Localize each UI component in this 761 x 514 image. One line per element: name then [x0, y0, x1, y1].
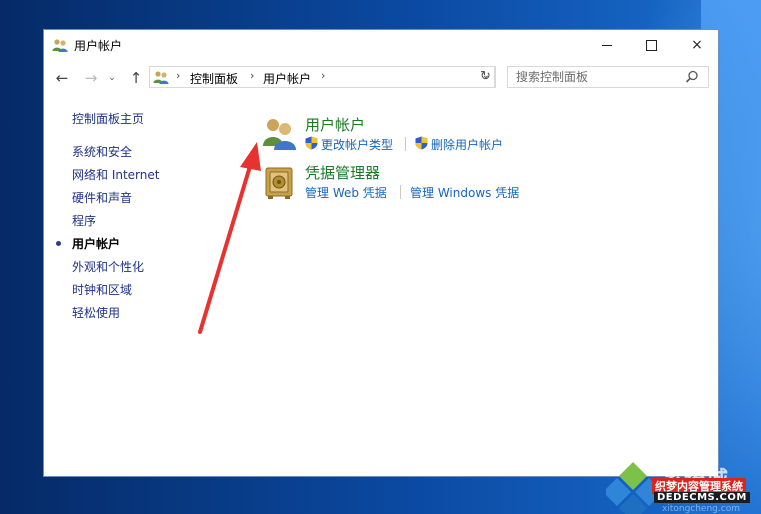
breadcrumb-user-accounts[interactable]: 用户帐户: [263, 70, 311, 87]
current-item-bullet: [56, 241, 61, 246]
uac-shield-icon: [415, 136, 428, 150]
manage-web-credentials-link[interactable]: 管理 Web 凭据: [305, 184, 387, 201]
arrow-right-icon: →: [84, 69, 98, 87]
sidebar-item-hardware-sound[interactable]: 硬件和声音: [72, 189, 132, 206]
link-separator: [405, 137, 406, 151]
remove-user-accounts-link[interactable]: 删除用户帐户: [431, 136, 503, 153]
manage-windows-credentials-link[interactable]: 管理 Windows 凭据: [410, 184, 519, 201]
chevron-right-icon[interactable]: ›: [321, 69, 325, 82]
user-accounts-icon[interactable]: [262, 116, 296, 150]
category-title-credential-manager[interactable]: 凭据管理器: [305, 162, 380, 183]
sidebar-item-home[interactable]: 控制面板主页: [72, 110, 144, 127]
control-panel-window: 用户帐户 × ← → ⌄ ↑ › 控制面板 › 用户帐户 › ⌄ ↻ 搜索控制面…: [43, 29, 719, 477]
category-title-user-accounts[interactable]: 用户帐户: [305, 114, 365, 135]
title-bar[interactable]: 用户帐户 ×: [44, 30, 718, 60]
sidebar-item-user-accounts[interactable]: 用户帐户: [56, 235, 121, 252]
arrow-up-icon: ↑: [129, 69, 143, 87]
refresh-button[interactable]: ↻: [476, 66, 496, 88]
close-icon: ×: [691, 37, 703, 53]
up-button[interactable]: ↑: [126, 68, 146, 88]
back-button[interactable]: ←: [52, 68, 72, 88]
watermark-sub-text: xitongcheng.com: [662, 504, 740, 514]
maximize-button[interactable]: [628, 30, 674, 60]
chevron-right-icon[interactable]: ›: [250, 69, 254, 82]
navigation-bar: ← → ⌄ ↑ › 控制面板 › 用户帐户 › ⌄ ↻: [44, 60, 718, 94]
minimize-button[interactable]: [584, 30, 630, 60]
chevron-down-icon: ⌄: [108, 73, 116, 83]
change-account-type-link[interactable]: 更改帐户类型: [321, 136, 393, 153]
maximize-icon: [645, 39, 657, 51]
sidebar-item-appearance[interactable]: 外观和个性化: [72, 258, 144, 275]
sidebar-item-clock-region[interactable]: 时钟和区域: [72, 281, 132, 298]
users-icon: [153, 71, 169, 84]
link-separator: [400, 185, 401, 199]
sidebar-item-label: 用户帐户: [72, 237, 121, 251]
close-button[interactable]: ×: [674, 30, 720, 60]
window-title: 用户帐户: [74, 39, 123, 53]
sidebar-item-programs[interactable]: 程序: [72, 212, 96, 229]
address-bar[interactable]: › 控制面板 › 用户帐户 › ⌄: [149, 66, 495, 88]
forward-button[interactable]: →: [81, 68, 101, 88]
recent-locations-button[interactable]: ⌄: [105, 68, 119, 88]
credential-vault-icon[interactable]: [264, 165, 294, 199]
uac-shield-icon: [305, 136, 318, 150]
sidebar-item-system-security[interactable]: 系统和安全: [72, 143, 132, 160]
chevron-right-icon[interactable]: ›: [176, 69, 180, 82]
watermark-url-text: DEDECMS.COM: [654, 492, 750, 503]
arrow-left-icon: ←: [55, 69, 69, 87]
minimize-icon: [602, 44, 612, 46]
refresh-icon: ↻: [480, 69, 491, 84]
breadcrumb-control-panel[interactable]: 控制面板: [190, 70, 238, 87]
sidebar-item-network-internet[interactable]: 网络和 Internet: [72, 166, 159, 183]
users-icon: [52, 39, 68, 52]
sidebar-item-ease-of-access[interactable]: 轻松使用: [72, 304, 120, 321]
search-icon: [685, 70, 698, 83]
search-input[interactable]: [507, 66, 709, 88]
